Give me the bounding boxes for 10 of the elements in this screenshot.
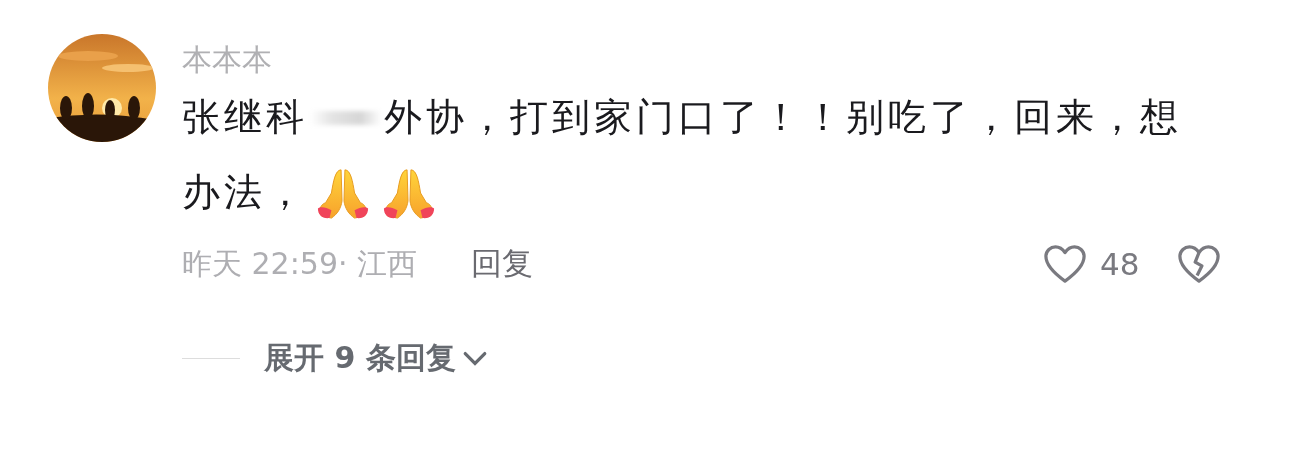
chevron-down-icon xyxy=(461,349,488,368)
comment-text: 办法， xyxy=(182,169,308,216)
broken-heart-icon[interactable] xyxy=(1176,243,1222,285)
reply-button[interactable]: 回复 xyxy=(471,243,534,285)
expand-replies-button[interactable]: 展开 9 条回复 xyxy=(264,338,488,379)
heart-icon[interactable] xyxy=(1042,243,1088,285)
comment-text: 张继科 xyxy=(182,94,308,141)
comment-text: 外协，打到家门口了！！别吃了，回来，想 xyxy=(384,94,1182,141)
timestamp-location: 昨天 22:59· 江西 xyxy=(182,244,418,283)
like-count: 48 xyxy=(1100,246,1141,282)
